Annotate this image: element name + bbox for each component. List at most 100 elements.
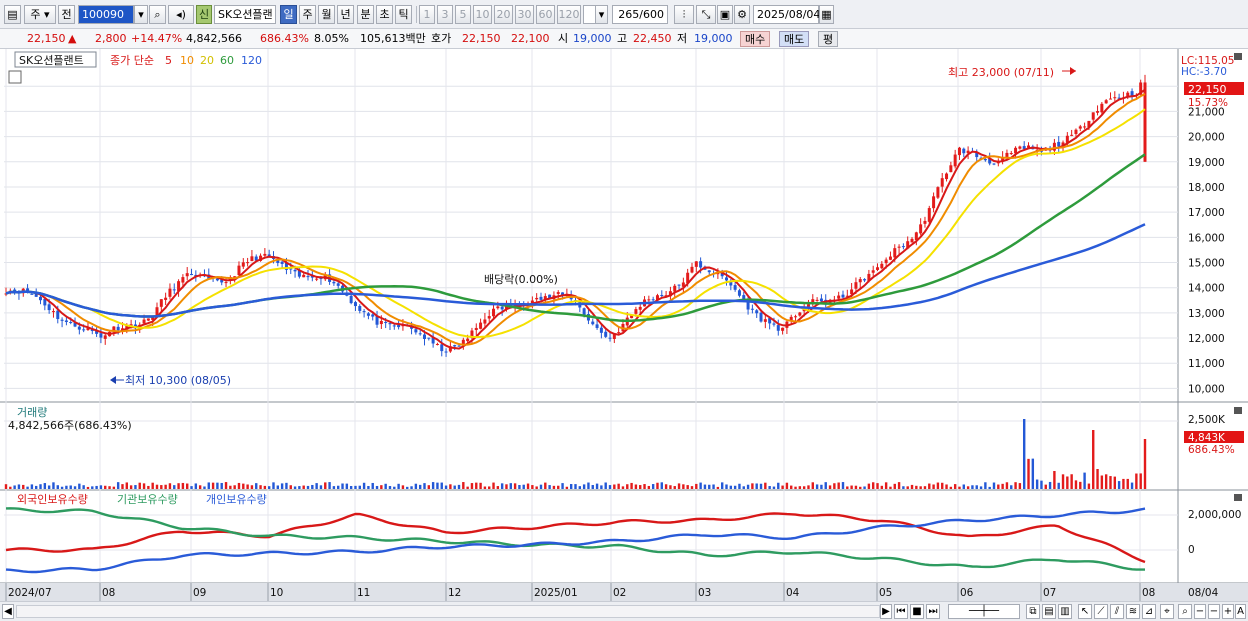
stock-name-field[interactable]: SK오션플랜	[214, 5, 276, 24]
volume-bar	[1031, 458, 1035, 489]
period-tick[interactable]: 틱	[395, 5, 412, 24]
minus-icon[interactable]: −	[1208, 604, 1220, 619]
volume-bar	[242, 483, 245, 489]
first-page-icon[interactable]: ⏮	[894, 604, 908, 619]
candle-body	[608, 337, 612, 339]
interval-20[interactable]: 20	[494, 5, 513, 24]
period-day[interactable]: 일	[280, 5, 297, 24]
volume-bar	[414, 483, 418, 489]
chart-area[interactable]: 22,00021,00020,00019,00018,00017,00016,0…	[0, 49, 1248, 601]
interval-dropdown-icon[interactable]: ▾	[595, 5, 608, 24]
holding-panel-close-icon[interactable]	[1234, 494, 1242, 501]
save-icon[interactable]: ▣	[717, 5, 733, 24]
date-input[interactable]: 2025/08/04	[753, 5, 820, 24]
draw-fib-icon[interactable]: ≋	[1126, 604, 1140, 619]
volume-bar	[1074, 480, 1078, 489]
stock-code-input[interactable]: 100090	[78, 5, 134, 24]
volume-bar	[984, 482, 987, 489]
volume-bar	[712, 484, 715, 489]
volume-bar	[116, 482, 120, 489]
interval-10[interactable]: 10	[473, 5, 492, 24]
candle-body	[535, 297, 539, 300]
volume-panel-close-icon[interactable]	[1234, 407, 1242, 414]
layout-icon[interactable]: ▤	[1042, 604, 1056, 619]
period-month[interactable]: 월	[318, 5, 335, 24]
volume-bar	[1010, 485, 1013, 489]
stock-chart[interactable]: 22,00021,00020,00019,00018,00017,00016,0…	[0, 49, 1248, 601]
volume-bar	[941, 482, 944, 489]
interval-1[interactable]: 1	[419, 5, 435, 24]
calendar-icon[interactable]: ▦	[819, 5, 834, 24]
zoom-icon[interactable]: ⌕	[1178, 604, 1192, 619]
volume-bar	[854, 485, 858, 489]
last-page-icon[interactable]: ⏭	[926, 604, 940, 619]
crosshair-icon[interactable]: ⌖	[1160, 604, 1174, 619]
speaker-icon[interactable]: ◂)	[168, 5, 194, 24]
volume-bar	[1139, 473, 1142, 489]
volume-bar	[634, 484, 638, 489]
draw-ray-icon[interactable]: ⟋	[1094, 604, 1108, 619]
candle-body	[60, 319, 64, 321]
draw-line-icon[interactable]: ↖	[1078, 604, 1092, 619]
volume-bar	[626, 484, 629, 489]
market-type-select[interactable]: 주 ▾	[24, 5, 56, 24]
volume-bar	[945, 484, 948, 489]
candle-body	[725, 277, 729, 281]
interval-30[interactable]: 30	[515, 5, 534, 24]
buy-button[interactable]: 매수	[740, 31, 771, 47]
candle-body	[556, 292, 560, 294]
stop-icon[interactable]: ■	[910, 604, 924, 619]
volume-bar	[121, 484, 124, 489]
stock-name-tag[interactable]: SK오션플랜트	[19, 54, 84, 67]
volume-bar	[871, 482, 875, 489]
candle-body	[492, 308, 496, 317]
volume-bar	[975, 485, 978, 489]
volume-bar	[43, 483, 47, 489]
scroll-left-icon[interactable]: ◀	[2, 604, 14, 619]
font-icon[interactable]: A	[1235, 604, 1246, 619]
high-label: 고	[617, 32, 628, 45]
plus-icon[interactable]: +	[1222, 604, 1234, 619]
scroll-right-icon[interactable]: ▶	[880, 604, 892, 619]
interval-3[interactable]: 3	[437, 5, 453, 24]
volume-bar	[557, 485, 560, 489]
zoom-slider[interactable]: ──┼──	[948, 604, 1020, 619]
price-panel-close-icon[interactable]	[1234, 53, 1242, 60]
volume-bar	[177, 483, 180, 489]
interval-120[interactable]: 120	[557, 5, 581, 24]
zoom-out-icon[interactable]: −	[1194, 604, 1206, 619]
volume-bar	[388, 486, 392, 489]
period-minute[interactable]: 분	[357, 5, 374, 24]
volume-bar	[906, 486, 909, 489]
data-count-input[interactable]: 265/600	[612, 5, 668, 24]
volume-bar	[777, 482, 780, 489]
evaluate-button[interactable]: 평	[818, 31, 839, 47]
draw-shape-icon[interactable]: ⊿	[1142, 604, 1156, 619]
scroll-track[interactable]	[16, 605, 880, 618]
period-week[interactable]: 주	[299, 5, 316, 24]
window-menu-icon[interactable]: ▤	[4, 5, 21, 24]
indicator-table-icon[interactable]	[8, 70, 22, 84]
interval-60[interactable]: 60	[536, 5, 555, 24]
chart-type-icon[interactable]: ⫶	[674, 5, 694, 24]
draw-channel-icon[interactable]: ⫽	[1110, 604, 1124, 619]
gear-icon[interactable]: ⚙	[734, 5, 750, 24]
candle-body	[1078, 126, 1082, 129]
trend-tool-icon[interactable]: ⤡	[696, 5, 716, 24]
candle-body	[983, 158, 987, 161]
sell-button[interactable]: 매도	[779, 31, 810, 47]
volume-bar	[1109, 476, 1112, 489]
volume-bar	[587, 482, 590, 489]
period-second[interactable]: 초	[376, 5, 393, 24]
interval-5[interactable]: 5	[455, 5, 471, 24]
code-dropdown-icon[interactable]: ▾	[134, 5, 148, 24]
window-icon[interactable]: ▥	[1058, 604, 1072, 619]
period-year[interactable]: 년	[337, 5, 354, 24]
copy-icon[interactable]: ⧉	[1026, 604, 1040, 619]
search-icon[interactable]: ⌕	[149, 5, 166, 24]
candle-body	[435, 343, 439, 345]
volume-bar	[1100, 475, 1104, 489]
candle-body	[763, 319, 767, 322]
candle-body	[280, 261, 284, 264]
prev-button[interactable]: 전	[58, 5, 75, 24]
